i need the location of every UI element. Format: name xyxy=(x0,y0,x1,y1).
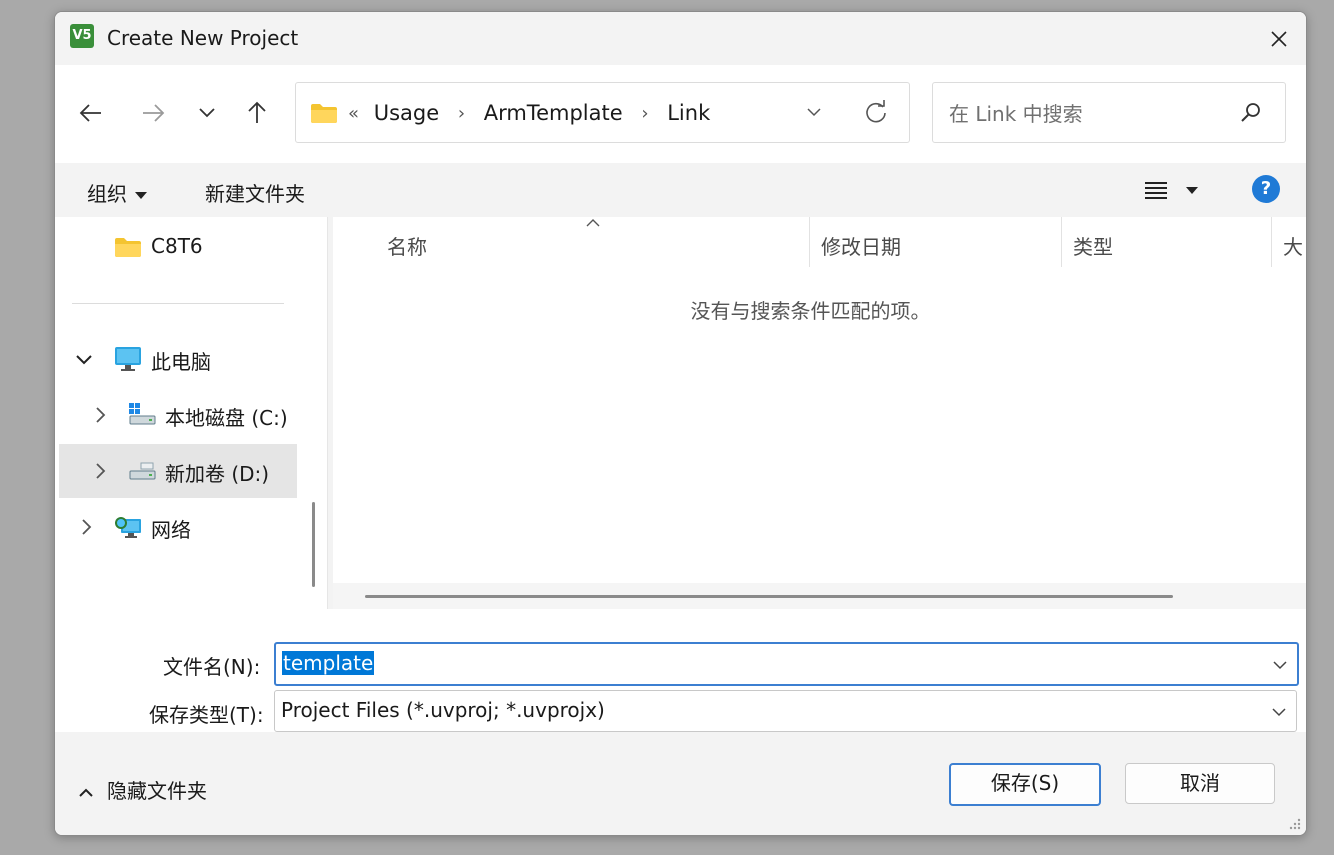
sidebar-item-label: 此电脑 xyxy=(151,350,211,374)
filename-label: 文件名(N): xyxy=(163,655,261,679)
local-disk-icon xyxy=(129,403,156,425)
list-view-icon xyxy=(1145,182,1198,199)
address-bar[interactable]: « Usage › ArmTemplate › Link xyxy=(295,82,910,143)
save-button[interactable]: 保存(S) xyxy=(949,763,1101,806)
filetype-value: Project Files (*.uvproj; *.uvprojx) xyxy=(281,698,605,722)
dialog-footer: 隐藏文件夹 保存(S) 取消 xyxy=(55,732,1306,835)
sidebar-item-label: 新加卷 (D:) xyxy=(165,462,270,486)
folder-icon xyxy=(115,238,141,257)
organize-menu-button[interactable]: 组织 xyxy=(87,178,147,207)
filename-combobox[interactable]: template xyxy=(274,642,1299,686)
sidebar-scrollbar[interactable] xyxy=(312,502,315,587)
breadcrumb-link[interactable]: Link xyxy=(667,101,710,125)
navigation-pane: C8T6 此电脑 本地磁盘 (C:) 新加卷 (D:) 网络 xyxy=(55,217,327,609)
horizontal-scrollbar[interactable] xyxy=(333,583,1306,609)
search-box[interactable] xyxy=(932,82,1286,143)
chevron-down-icon[interactable] xyxy=(73,348,95,370)
breadcrumb-usage[interactable]: Usage xyxy=(374,101,439,125)
column-divider[interactable] xyxy=(1271,217,1272,267)
chevron-right-icon[interactable] xyxy=(89,404,111,426)
chevron-up-icon xyxy=(79,788,93,797)
computer-icon xyxy=(115,347,141,371)
sidebar-item-new-volume-d[interactable]: 新加卷 (D:) xyxy=(59,444,297,498)
chevron-down-icon xyxy=(807,108,821,117)
breadcrumb-separator-icon[interactable]: › xyxy=(641,103,648,124)
title-bar: V5 Create New Project xyxy=(55,12,1306,65)
recent-locations-button[interactable] xyxy=(191,97,223,129)
column-divider[interactable] xyxy=(809,217,810,267)
sidebar-item-network[interactable]: 网络 xyxy=(59,500,297,554)
sidebar-item-label: C8T6 xyxy=(151,234,203,258)
up-button[interactable] xyxy=(241,97,273,129)
path-overflow-chevron[interactable]: « xyxy=(348,103,359,124)
refresh-icon xyxy=(866,100,886,123)
filetype-label: 保存类型(T): xyxy=(149,703,264,727)
cancel-button[interactable]: 取消 xyxy=(1125,763,1275,804)
new-folder-button[interactable]: 新建文件夹 xyxy=(205,178,305,207)
sidebar-divider xyxy=(72,303,284,304)
create-project-dialog: V5 Create New Project « Usage › ArmTempl… xyxy=(54,11,1307,836)
pane-divider[interactable] xyxy=(327,217,328,609)
address-history-dropdown[interactable] xyxy=(801,99,827,129)
search-input[interactable] xyxy=(947,99,1231,129)
column-header-type[interactable]: 类型 xyxy=(1073,231,1113,260)
refresh-button[interactable] xyxy=(861,97,891,131)
breadcrumb-armtemplate[interactable]: ArmTemplate xyxy=(484,101,623,125)
empty-results-message: 没有与搜索条件匹配的项。 xyxy=(690,299,931,323)
chevron-right-icon[interactable] xyxy=(89,460,111,482)
filename-field[interactable]: template xyxy=(282,651,375,675)
close-icon xyxy=(1271,31,1287,47)
network-icon xyxy=(115,517,141,538)
folder-icon xyxy=(311,104,337,123)
view-options-button[interactable] xyxy=(1143,178,1213,208)
organize-label: 组织 xyxy=(87,182,127,206)
file-list: 名称 修改日期 类型 大 没有与搜索条件匹配的项。 xyxy=(333,217,1306,609)
column-header-date-modified[interactable]: 修改日期 xyxy=(821,231,901,260)
back-button[interactable] xyxy=(75,97,107,129)
dialog-title: Create New Project xyxy=(107,26,299,50)
sidebar-item-c8t6[interactable]: C8T6 xyxy=(59,220,297,274)
chevron-down-icon xyxy=(199,108,215,118)
caret-down-icon xyxy=(135,192,147,199)
hide-folders-toggle[interactable]: 隐藏文件夹 xyxy=(77,775,207,804)
filetype-select[interactable]: Project Files (*.uvproj; *.uvprojx) xyxy=(274,690,1297,732)
save-form: 文件名(N): template 保存类型(T): Project Files … xyxy=(55,609,1306,732)
command-toolbar: 组织 新建文件夹 xyxy=(55,163,1306,217)
arrow-left-icon xyxy=(79,104,101,122)
help-icon[interactable]: ? xyxy=(1252,175,1280,203)
sidebar-item-local-disk-c[interactable]: 本地磁盘 (C:) xyxy=(59,388,297,442)
forward-button[interactable] xyxy=(137,97,169,129)
keil-app-icon: V5 xyxy=(70,24,94,48)
chevron-down-icon[interactable] xyxy=(1271,656,1289,674)
sidebar-item-this-pc[interactable]: 此电脑 xyxy=(59,332,297,386)
chevron-right-icon[interactable] xyxy=(75,516,97,538)
sidebar-item-label: 网络 xyxy=(151,518,191,542)
column-header-name[interactable]: 名称 xyxy=(387,231,427,260)
scrollbar-thumb[interactable] xyxy=(365,595,1173,598)
navigation-bar: « Usage › ArmTemplate › Link xyxy=(55,65,1306,163)
close-button[interactable] xyxy=(1262,22,1296,56)
sidebar-item-label: 本地磁盘 (C:) xyxy=(165,406,288,430)
breadcrumb-separator-icon[interactable]: › xyxy=(458,103,465,124)
column-divider[interactable] xyxy=(1061,217,1062,267)
search-icon[interactable] xyxy=(1239,101,1263,125)
arrow-right-icon xyxy=(143,104,165,122)
resize-grip-icon[interactable] xyxy=(1286,815,1302,831)
chevron-down-icon[interactable] xyxy=(1270,703,1288,721)
sort-ascending-icon xyxy=(586,219,600,227)
column-header-size[interactable]: 大 xyxy=(1283,231,1303,260)
drive-icon xyxy=(129,462,156,480)
hide-folders-label: 隐藏文件夹 xyxy=(107,779,207,803)
arrow-up-icon xyxy=(248,101,266,123)
